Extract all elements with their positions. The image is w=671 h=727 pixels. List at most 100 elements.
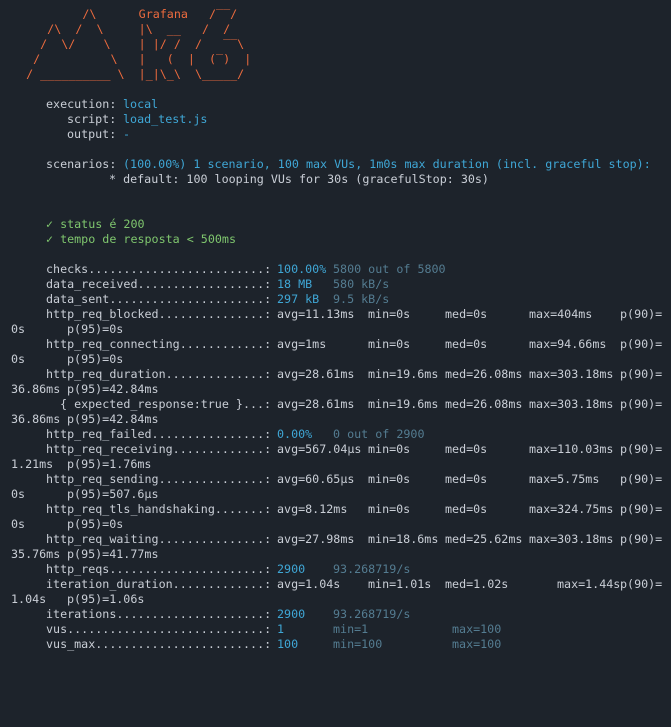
metric-vus-max: vus_max........................: 100 min… bbox=[0, 637, 671, 652]
metric-value: 0.00% bbox=[277, 427, 313, 441]
metric-name: http_reqs......................: bbox=[46, 562, 272, 576]
metric-min: min=0s bbox=[368, 442, 411, 456]
metric-value: 2900 bbox=[277, 607, 306, 621]
metric-detail: 0 out of 2900 bbox=[333, 427, 425, 441]
metric-med: med=25.62ms bbox=[445, 532, 523, 546]
metric-min: min=0s bbox=[368, 337, 411, 351]
metric-avg: avg=8.12ms bbox=[277, 502, 348, 516]
output-line: output: - bbox=[0, 127, 671, 142]
metric-min: min=19.6ms bbox=[368, 367, 439, 381]
metric-name: { expected_response:true }...: bbox=[60, 397, 272, 411]
metric-http-req-connecting: http_req_connecting............: avg=1ms… bbox=[0, 337, 671, 352]
metric-p95: p(95)=0s bbox=[67, 517, 124, 531]
metric-value: 1 bbox=[277, 622, 285, 636]
metric-value: 100.00% bbox=[277, 262, 327, 276]
metric-name: http_req_connecting............: bbox=[46, 337, 272, 351]
metric-p95: p(95)=42.84ms bbox=[67, 382, 159, 396]
metric-name: http_req_receiving.............: bbox=[46, 442, 272, 456]
metric-name: iterations.....................: bbox=[46, 607, 272, 621]
metric-name: http_req_tls_handshaking.......: bbox=[46, 502, 272, 516]
metric-p90-label: p(90)= bbox=[620, 397, 663, 411]
metric-avg: avg=27.98ms bbox=[277, 532, 355, 546]
metric-med: med=0s bbox=[445, 502, 488, 516]
metric-name: data_sent......................: bbox=[46, 292, 272, 306]
metric-vus: vus............................: 1 min=1… bbox=[0, 622, 671, 637]
metric-avg: avg=1.04s bbox=[277, 577, 341, 591]
metric-name: http_req_failed................: bbox=[46, 427, 272, 441]
metric-min: min=0s bbox=[368, 307, 411, 321]
scenarios-value: (100.00%) 1 scenario, 100 max VUs, 1m0s … bbox=[123, 157, 651, 171]
metric-p90-value: 0s bbox=[11, 517, 26, 531]
output-value: - bbox=[123, 127, 131, 141]
logo-line: /\ Grafana /‾‾/ bbox=[12, 7, 238, 21]
execution-label: execution: bbox=[46, 97, 117, 111]
metric-http-req-duration: http_req_duration..............: avg=28.… bbox=[0, 367, 671, 382]
metric-p90-label: p(90)= bbox=[620, 532, 663, 546]
metric-data-received: data_received..................: 18 MB 5… bbox=[0, 277, 671, 292]
metric-avg: avg=567.04µs bbox=[277, 442, 362, 456]
metric-p90-label: p(90)= bbox=[620, 472, 663, 486]
metric-avg: avg=28.61ms bbox=[277, 397, 355, 411]
metric-p90-label: p(90)= bbox=[620, 337, 663, 351]
metric-expected-response: { expected_response:true }...: avg=28.61… bbox=[0, 397, 671, 412]
default-scenario-line: * default: 100 looping VUs for 30s (grac… bbox=[0, 172, 671, 187]
metric-p95: p(95)=1.06s bbox=[67, 592, 145, 606]
check-status-text: ✓ status é 200 bbox=[46, 217, 145, 231]
metric-p95: p(95)=507.6µs bbox=[67, 487, 159, 501]
metric-min: min=18.6ms bbox=[368, 532, 439, 546]
metric-http-req-sending: http_req_sending...............: avg=60.… bbox=[0, 472, 671, 487]
metric-value: 18 MB bbox=[277, 277, 313, 291]
metric-http-req-blocked: http_req_blocked...............: avg=11.… bbox=[0, 307, 671, 322]
metric-p90-value: 1.21ms bbox=[11, 457, 54, 471]
metric-max: max=404ms bbox=[529, 307, 593, 321]
metric-value: 2900 bbox=[277, 562, 306, 576]
metric-http-req-blocked-wrap: 0s p(95)=0s bbox=[0, 322, 671, 337]
metric-max: max=303.18ms bbox=[529, 397, 614, 411]
metric-p90-value: 36.86ms bbox=[11, 382, 61, 396]
metric-name: iteration_duration.............: bbox=[46, 577, 272, 591]
metric-data-sent: data_sent......................: 297 kB … bbox=[0, 292, 671, 307]
metric-iteration-duration: iteration_duration.............: avg=1.0… bbox=[0, 577, 671, 592]
metric-p95: p(95)=0s bbox=[67, 322, 124, 336]
metric-detail: 5800 out of 5800 bbox=[333, 262, 446, 276]
metric-detail: 93.268719/s bbox=[333, 607, 411, 621]
execution-line: execution: local bbox=[0, 97, 671, 112]
metric-p90-label: p(90)= bbox=[620, 502, 663, 516]
metric-name: checks.........................: bbox=[46, 262, 272, 276]
metric-p95: p(95)=42.84ms bbox=[67, 412, 159, 426]
logo-line: / \/ \ | |/ / / ‾‾\ bbox=[12, 37, 245, 51]
metric-p90-value: 0s bbox=[11, 352, 26, 366]
metric-http-req-waiting-wrap: 35.76ms p(95)=41.77ms bbox=[0, 547, 671, 562]
metric-p90-value: 1.04s bbox=[11, 592, 47, 606]
metric-min: min=0s bbox=[368, 502, 411, 516]
metric-min: min=0s bbox=[368, 472, 411, 486]
metric-http-req-receiving: http_req_receiving.............: avg=567… bbox=[0, 442, 671, 457]
metric-med: med=0s bbox=[445, 472, 488, 486]
metric-p90-value: 35.76ms bbox=[11, 547, 61, 561]
metric-min: min=100 bbox=[333, 637, 383, 651]
metric-min: min=1 bbox=[333, 622, 369, 636]
metric-max: max=5.75ms bbox=[529, 472, 600, 486]
metric-http-req-tls-handshaking: http_req_tls_handshaking.......: avg=8.1… bbox=[0, 502, 671, 517]
metric-name: http_req_blocked...............: bbox=[46, 307, 272, 321]
metric-iteration-duration-wrap: 1.04s p(95)=1.06s bbox=[0, 592, 671, 607]
execution-value: local bbox=[123, 97, 159, 111]
metric-max: max=110.03ms bbox=[529, 442, 614, 456]
metric-max: max=100 bbox=[452, 637, 502, 651]
metric-http-req-waiting: http_req_waiting...............: avg=27.… bbox=[0, 532, 671, 547]
metric-avg: avg=11.13ms bbox=[277, 307, 355, 321]
logo-line: / __________ \ |_|\_\ \_____/ bbox=[12, 67, 245, 81]
metric-expected-response-wrap: 36.86ms p(95)=42.84ms bbox=[0, 412, 671, 427]
check-status: ✓ status é 200 bbox=[0, 217, 671, 232]
metric-name: http_req_duration..............: bbox=[46, 367, 272, 381]
metric-p95: p(95)=1.76ms bbox=[67, 457, 152, 471]
metric-value: 100 bbox=[277, 637, 299, 651]
metric-med: med=26.08ms bbox=[445, 397, 523, 411]
metric-min: min=19.6ms bbox=[368, 397, 439, 411]
metric-med: med=0s bbox=[445, 442, 488, 456]
metric-p90-value: 0s bbox=[11, 487, 26, 501]
metric-avg: avg=28.61ms bbox=[277, 367, 355, 381]
terminal-window: /\ Grafana /‾‾/ /\ / \ |\ __ / / / \/ \ … bbox=[0, 0, 671, 689]
metric-p90-label: p(90)= bbox=[620, 367, 663, 381]
metric-name: vus_max........................: bbox=[46, 637, 272, 651]
